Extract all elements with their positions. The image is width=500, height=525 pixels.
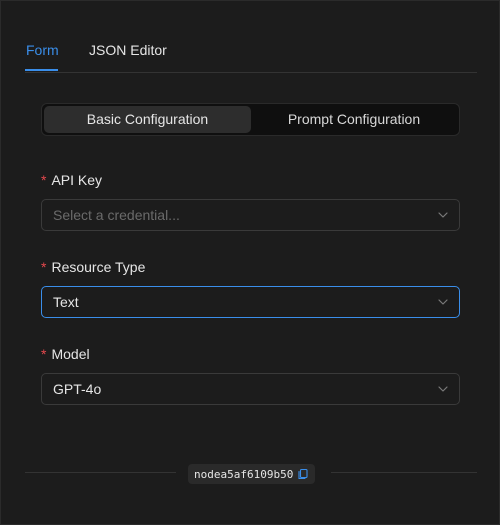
config-segmented-control: Basic Configuration Prompt Configuration [41, 103, 460, 136]
resource-type-value: Text [53, 294, 79, 310]
required-marker: * [41, 346, 47, 362]
copy-icon[interactable] [297, 468, 309, 480]
chevron-down-icon [438, 212, 448, 218]
node-id-badge: nodea5af6109b50 [188, 464, 316, 484]
api-key-select[interactable]: Select a credential... [41, 199, 460, 231]
footer-divider-left [25, 472, 176, 473]
basic-configuration-button[interactable]: Basic Configuration [44, 106, 251, 133]
api-key-placeholder: Select a credential... [53, 207, 180, 223]
api-key-label: * API Key [41, 172, 102, 188]
resource-type-label-text: Resource Type [51, 259, 146, 275]
active-tab-indicator [25, 69, 58, 71]
api-key-label-text: API Key [51, 172, 103, 188]
chevron-down-icon [438, 386, 448, 392]
tab-form[interactable]: Form [26, 42, 59, 58]
prompt-configuration-button[interactable]: Prompt Configuration [251, 106, 457, 133]
model-value: GPT-4o [53, 381, 102, 397]
node-id-text: nodea5af6109b50 [194, 467, 294, 481]
chevron-down-icon [438, 299, 448, 305]
tab-json-editor[interactable]: JSON Editor [89, 42, 167, 58]
model-label-text: Model [51, 346, 90, 362]
tab-bar: Form JSON Editor [25, 35, 477, 73]
model-label: * Model [41, 346, 90, 362]
required-marker: * [41, 172, 47, 188]
resource-type-select[interactable]: Text [41, 286, 460, 318]
model-select[interactable]: GPT-4o [41, 373, 460, 405]
node-config-panel: Form JSON Editor Basic Configuration Pro… [0, 0, 500, 525]
required-marker: * [41, 259, 47, 275]
footer-divider-right [331, 472, 477, 473]
resource-type-label: * Resource Type [41, 259, 145, 275]
